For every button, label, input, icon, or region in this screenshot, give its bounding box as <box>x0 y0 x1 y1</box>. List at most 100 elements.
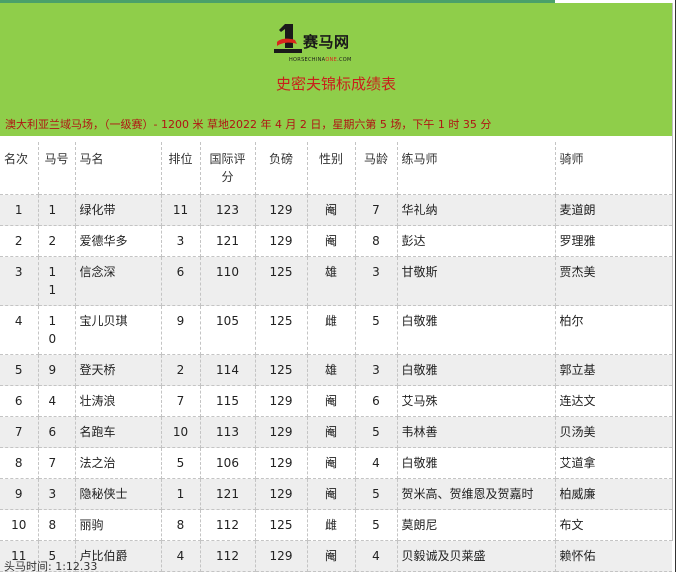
table-row: 3 11 信念深 6 110 125 雄 3 甘敬斯 贾杰美 <box>0 256 672 306</box>
cell-weight: 125 <box>255 354 308 386</box>
cell-sex: 阉 <box>307 540 356 572</box>
cell-age: 5 <box>355 478 398 510</box>
cell-place: 3 <box>0 256 39 306</box>
cell-weight: 129 <box>255 540 308 572</box>
cell-trainer: 莫朗尼 <box>397 509 556 541</box>
cell-age: 5 <box>355 305 398 355</box>
header-draw: 排位 <box>161 142 201 195</box>
logo-text: 赛马网 <box>303 33 350 51</box>
race-info: 澳大利亚兰域马场，（一级赛）- 1200 米 草地2022 年 4 月 2 日，… <box>5 118 492 131</box>
cell-jockey: 罗理雅 <box>555 225 672 257</box>
cell-place: 2 <box>0 225 39 257</box>
cell-sex: 阉 <box>307 385 356 417</box>
page-title: 史密夫锦标成绩表 <box>275 75 396 93</box>
cell-horse-no: 9 <box>38 354 76 386</box>
cell-sex: 雌 <box>307 305 356 355</box>
cell-horse-no: 4 <box>38 385 76 417</box>
cell-sex: 雌 <box>307 509 356 541</box>
cell-place: 5 <box>0 354 39 386</box>
cell-horse-no: 2 <box>38 225 76 257</box>
header-banner: 赛马网 HORSECHINAONE.COM 史密夫锦标成绩表 澳大利亚兰域马场，… <box>0 3 672 136</box>
cell-trainer: 彭达 <box>397 225 556 257</box>
cell-jockey: 赖怀佑 <box>555 540 672 572</box>
cell-draw: 8 <box>161 509 201 541</box>
cell-trainer: 华礼纳 <box>397 194 556 226</box>
cell-draw: 10 <box>161 416 201 448</box>
cell-horse-no: 6 <box>38 416 76 448</box>
cell-draw: 6 <box>161 256 201 306</box>
cell-jockey: 贝汤美 <box>555 416 672 448</box>
cell-rating: 113 <box>200 416 256 448</box>
cell-rating: 112 <box>200 509 256 541</box>
table-row: 8 7 法之治 5 106 129 阉 4 白敬雅 艾道拿 <box>0 447 672 479</box>
horse-logo-icon <box>274 24 302 53</box>
cell-jockey: 麦道朗 <box>555 194 672 226</box>
cell-horse-name: 宝儿贝琪 <box>75 305 162 355</box>
cell-weight: 129 <box>255 385 308 417</box>
cell-place: 9 <box>0 478 39 510</box>
cell-weight: 129 <box>255 225 308 257</box>
cell-horse-no: 1 <box>38 194 76 226</box>
cell-trainer: 艾马殊 <box>397 385 556 417</box>
cell-sex: 阉 <box>307 447 356 479</box>
cell-weight: 125 <box>255 509 308 541</box>
cell-age: 8 <box>355 225 398 257</box>
cell-rating: 115 <box>200 385 256 417</box>
table-row: 1 1 绿化带 11 123 129 阉 7 华礼纳 麦道朗 <box>0 194 672 226</box>
cell-sex: 阉 <box>307 416 356 448</box>
cell-trainer: 甘敬斯 <box>397 256 556 306</box>
cell-age: 7 <box>355 194 398 226</box>
cell-rating: 106 <box>200 447 256 479</box>
cell-trainer: 白敬雅 <box>397 447 556 479</box>
cell-rating: 105 <box>200 305 256 355</box>
header-jockey: 骑师 <box>555 142 672 195</box>
cell-sex: 阉 <box>307 478 356 510</box>
cell-place: 4 <box>0 305 39 355</box>
header-horse-no: 马号 <box>38 142 76 195</box>
cell-rating: 110 <box>200 256 256 306</box>
cell-place: 6 <box>0 385 39 417</box>
cell-age: 4 <box>355 447 398 479</box>
cell-age: 5 <box>355 416 398 448</box>
cell-jockey: 连达文 <box>555 385 672 417</box>
cell-weight: 129 <box>255 416 308 448</box>
cell-place: 1 <box>0 194 39 226</box>
cell-jockey: 贾杰美 <box>555 256 672 306</box>
header-trainer: 练马师 <box>397 142 556 195</box>
cell-age: 4 <box>355 540 398 572</box>
right-edge <box>675 0 680 572</box>
cell-rating: 112 <box>200 540 256 572</box>
cell-horse-name: 名跑车 <box>75 416 162 448</box>
cell-weight: 125 <box>255 305 308 355</box>
cell-horse-no: 10 <box>38 305 76 355</box>
cell-age: 3 <box>355 354 398 386</box>
cell-trainer: 韦林善 <box>397 416 556 448</box>
cell-place: 8 <box>0 447 39 479</box>
cell-rating: 121 <box>200 478 256 510</box>
cell-draw: 1 <box>161 478 201 510</box>
cell-horse-name: 壮涛浪 <box>75 385 162 417</box>
cell-draw: 4 <box>161 540 201 572</box>
table-row: 4 10 宝儿贝琪 9 105 125 雌 5 白敬雅 柏尔 <box>0 305 672 355</box>
header-sex: 性别 <box>307 142 356 195</box>
cell-trainer: 白敬雅 <box>397 305 556 355</box>
cell-sex: 阉 <box>307 194 356 226</box>
cell-jockey: 布文 <box>555 509 672 541</box>
site-logo[interactable]: 赛马网 HORSECHINAONE.COM <box>271 22 381 70</box>
cell-horse-no: 8 <box>38 509 76 541</box>
table-row: 9 3 隐秘侠士 1 121 129 阉 5 贺米高、贺维恩及贺嘉时 柏威廉 <box>0 478 672 510</box>
header-age: 马龄 <box>355 142 398 195</box>
cell-weight: 129 <box>255 478 308 510</box>
cell-age: 6 <box>355 385 398 417</box>
cell-weight: 129 <box>255 194 308 226</box>
cell-draw: 2 <box>161 354 201 386</box>
cell-jockey: 柏尔 <box>555 305 672 355</box>
cell-horse-name: 信念深 <box>75 256 162 306</box>
cell-weight: 125 <box>255 256 308 306</box>
cell-draw: 11 <box>161 194 201 226</box>
cell-horse-name: 登天桥 <box>75 354 162 386</box>
header-weight: 负磅 <box>255 142 308 195</box>
table-header-row: 名次 马号 马名 排位 国际评分 负磅 性别 马龄 练马师 骑师 <box>0 142 672 195</box>
cell-sex: 雄 <box>307 256 356 306</box>
cell-draw: 7 <box>161 385 201 417</box>
